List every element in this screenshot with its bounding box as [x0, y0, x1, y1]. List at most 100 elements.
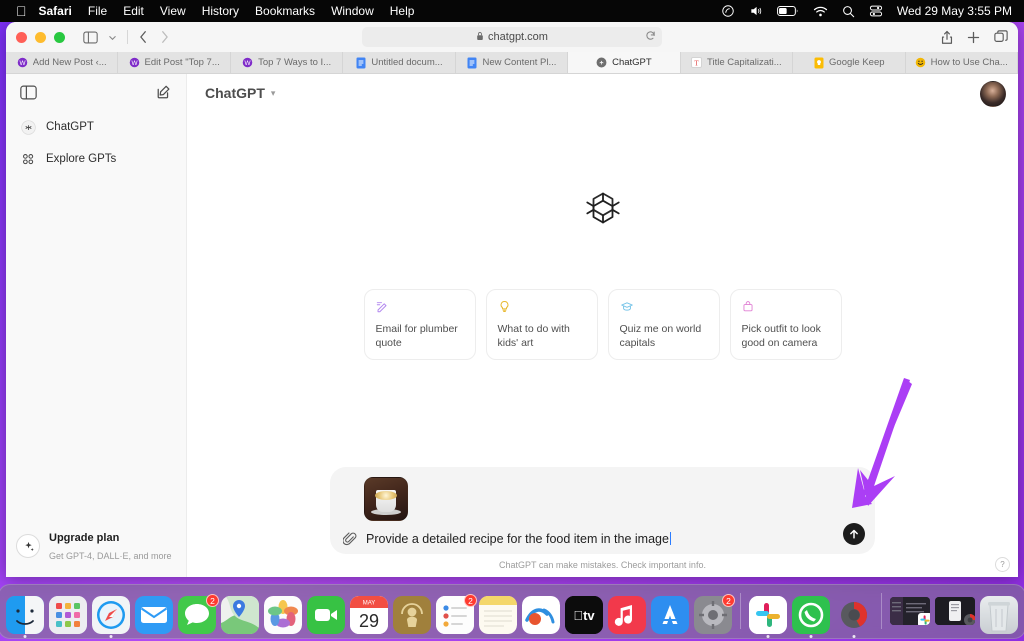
upgrade-plan-button[interactable]: Upgrade plan Get GPT-4, DALL·E, and more	[6, 520, 186, 577]
forward-arrow-icon[interactable]	[159, 30, 170, 44]
tab-overview-icon[interactable]	[994, 30, 1008, 44]
close-window-button[interactable]	[16, 32, 27, 43]
browser-tab-3[interactable]: Untitled docum...	[343, 52, 455, 73]
browser-tab-chatgpt[interactable]: ChatGPT	[568, 52, 680, 73]
send-button[interactable]	[843, 523, 865, 545]
menu-item-edit[interactable]: Edit	[123, 4, 144, 18]
smiley-icon	[915, 57, 926, 68]
browser-tab-8[interactable]: How to Use Cha...	[906, 52, 1018, 73]
dock-item-freeform[interactable]	[522, 596, 560, 634]
dock-item-mail[interactable]	[135, 596, 173, 634]
dock-item-appletv[interactable]: tv	[565, 596, 603, 634]
model-switcher[interactable]: ChatGPT ▾	[205, 85, 275, 101]
dock-item-maps[interactable]	[221, 596, 259, 634]
help-button[interactable]: ?	[995, 557, 1010, 572]
sidebar-chevron-down-icon[interactable]	[108, 33, 117, 42]
browser-tab-4[interactable]: New Content Pl...	[456, 52, 568, 73]
reload-icon[interactable]	[645, 30, 656, 44]
volume-icon[interactable]	[749, 4, 763, 18]
dock-item-photos[interactable]	[264, 596, 302, 634]
browser-tab-6[interactable]: T Title Capitalizati...	[681, 52, 793, 73]
dock-item-launchpad[interactable]	[49, 596, 87, 634]
dock-item-reminders[interactable]: 2	[436, 596, 474, 634]
menu-item-file[interactable]: File	[88, 4, 107, 18]
badge-count: 2	[206, 594, 219, 607]
sidebar-item-chatgpt[interactable]: ChatGPT	[14, 113, 178, 141]
dock-item-facetime[interactable]	[307, 596, 345, 634]
plus-icon[interactable]	[967, 31, 980, 44]
menu-item-window[interactable]: Window	[331, 4, 374, 18]
dock-item-messages[interactable]: 2	[178, 596, 216, 634]
dock-item-slack[interactable]	[749, 596, 787, 634]
apple-menu-icon[interactable]: 	[16, 4, 27, 18]
suggestion-card-2[interactable]: Quiz me on world capitals	[608, 289, 720, 360]
paperclip-icon[interactable]	[342, 531, 358, 546]
dock-item-cleanmymac[interactable]	[835, 596, 873, 634]
dock-item-safari[interactable]	[92, 596, 130, 634]
minimized-window-cleanmymac[interactable]	[935, 597, 975, 625]
running-indicator	[810, 635, 813, 638]
chat-main-area: ChatGPT ▾	[187, 74, 1018, 577]
suggestion-card-3[interactable]: Pick outfit to look good on camera	[730, 289, 842, 360]
menu-item-safari[interactable]: Safari	[39, 4, 72, 18]
dock-item-notes[interactable]	[479, 596, 517, 634]
share-icon[interactable]	[941, 30, 953, 45]
sidebar-collapse-icon[interactable]	[20, 85, 37, 105]
address-bar[interactable]: chatgpt.com	[362, 27, 662, 47]
browser-tab-0[interactable]: W Add New Post ‹...	[6, 52, 118, 73]
dock-item-trash[interactable]	[980, 596, 1018, 634]
wordpress-icon: W	[17, 57, 28, 68]
macos-menu-bar:  Safari File Edit View History Bookmark…	[0, 0, 1024, 22]
wifi-icon[interactable]	[813, 5, 828, 18]
menu-bar-clock[interactable]: Wed 29 May 3:55 PM	[897, 4, 1012, 18]
image-attachment-thumbnail[interactable]	[364, 477, 408, 521]
slack-mini-badge	[918, 613, 930, 625]
new-chat-icon[interactable]	[156, 84, 172, 105]
svg-text:MAY: MAY	[363, 601, 376, 607]
suggestion-card-1[interactable]: What to do with kids' art	[486, 289, 598, 360]
upgrade-title: Upgrade plan	[49, 532, 119, 544]
user-avatar[interactable]	[980, 81, 1006, 107]
menu-item-history[interactable]: History	[202, 4, 239, 18]
window-controls[interactable]	[16, 32, 65, 43]
suggestion-card-label: Quiz me on world capitals	[620, 322, 708, 350]
google-keep-icon	[813, 57, 824, 68]
tab-label: How to Use Cha...	[931, 57, 1008, 68]
menu-item-bookmarks[interactable]: Bookmarks	[255, 4, 315, 18]
dock-item-system-settings[interactable]: 2	[694, 596, 732, 634]
suggestion-card-0[interactable]: Email for plumber quote	[364, 289, 476, 360]
grid-dots-icon	[20, 151, 36, 167]
graduation-cap-icon	[620, 300, 708, 313]
maximize-window-button[interactable]	[54, 32, 65, 43]
tab-label: Edit Post "Top 7...	[145, 57, 220, 68]
browser-tab-7[interactable]: Google Keep	[793, 52, 905, 73]
browser-tab-2[interactable]: W Top 7 Ways to I...	[231, 52, 343, 73]
dock-item-finder[interactable]	[6, 596, 44, 634]
sidebar-item-label: ChatGPT	[46, 121, 94, 133]
sidebar-toggle-icon[interactable]	[83, 31, 98, 44]
browser-tab-1[interactable]: W Edit Post "Top 7...	[118, 52, 230, 73]
menu-item-view[interactable]: View	[160, 4, 186, 18]
minimized-window-slack[interactable]	[890, 597, 930, 625]
prompt-input[interactable]: Provide a detailed recipe for the food i…	[366, 532, 863, 546]
control-center-icon[interactable]	[869, 4, 883, 18]
badge-count: 2	[464, 594, 477, 607]
dock-item-appstore[interactable]	[651, 596, 689, 634]
minimize-window-button[interactable]	[35, 32, 46, 43]
disclaimer-text: ChatGPT can make mistakes. Check importa…	[499, 560, 706, 570]
dock-item-podcasts[interactable]	[393, 596, 431, 634]
dock-item-calendar[interactable]: MAY 29	[350, 596, 388, 634]
battery-icon[interactable]	[777, 5, 799, 17]
chatgpt-page: ChatGPT Explore GPTs	[6, 74, 1018, 577]
openai-logo	[583, 188, 623, 233]
spotlight-search-icon[interactable]	[842, 5, 855, 18]
lightbulb-icon	[498, 300, 586, 313]
creative-cloud-icon[interactable]	[721, 4, 735, 18]
dock-item-music[interactable]	[608, 596, 646, 634]
message-composer[interactable]: Provide a detailed recipe for the food i…	[330, 467, 875, 554]
sidebar-item-explore-gpts[interactable]: Explore GPTs	[14, 145, 178, 173]
back-arrow-icon[interactable]	[138, 30, 149, 44]
dock-item-whatsapp[interactable]	[792, 596, 830, 634]
menu-item-help[interactable]: Help	[390, 4, 415, 18]
suggestion-cards: Email for plumber quote What to do with …	[364, 289, 842, 360]
